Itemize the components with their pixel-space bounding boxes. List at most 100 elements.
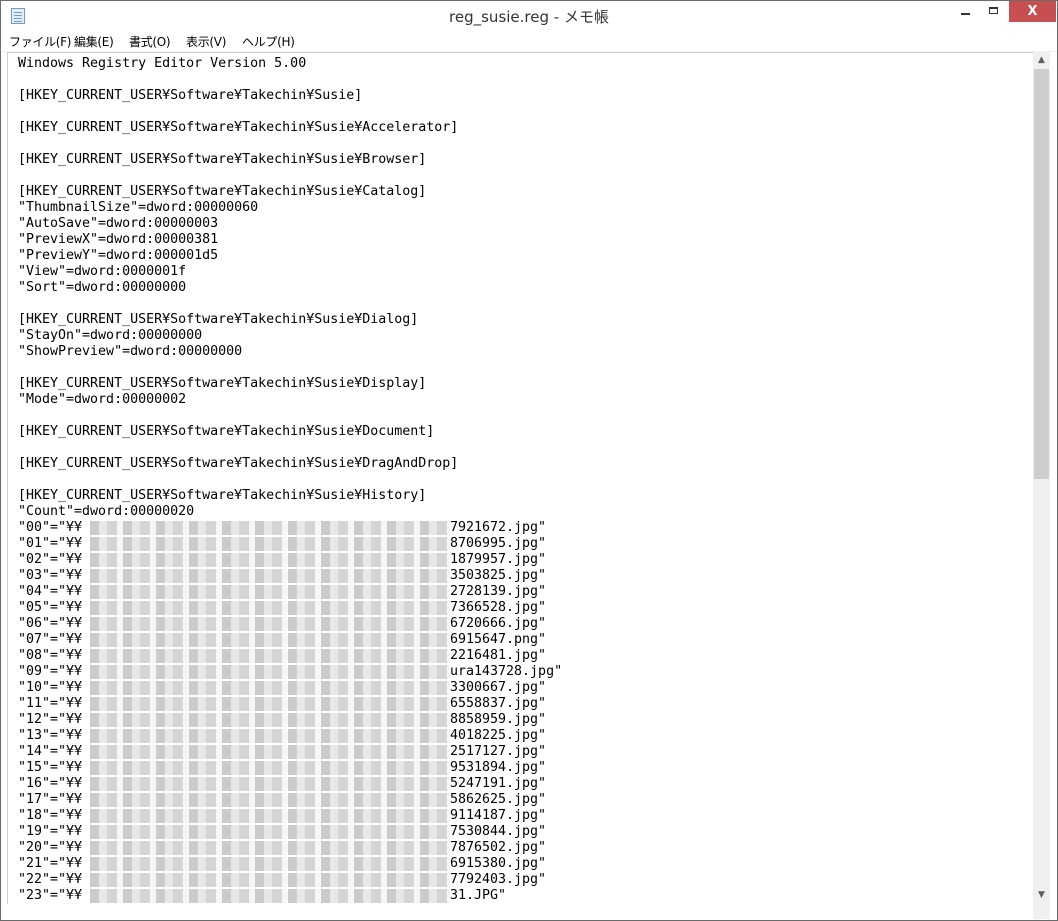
editor-line: [HKEY_CURRENT_USER¥Software¥Takechin¥Sus… <box>18 312 419 327</box>
close-button[interactable]: X <box>1009 1 1056 22</box>
minimize-button[interactable] <box>951 1 981 22</box>
notepad-window: reg_susie.reg - メモ帳 X ファイル(F) 編集(E) 書式(O… <box>0 0 1058 921</box>
editor-line: "PreviewY"=dword:000001d5 <box>18 248 219 263</box>
history-entry-filename: 31.JPG" <box>450 888 507 903</box>
editor-line: [HKEY_CURRENT_USER¥Software¥Takechin¥Sus… <box>18 376 427 391</box>
redacted-path <box>90 617 450 631</box>
history-entry-filename: 6915380.jpg" <box>450 856 547 871</box>
redacted-path <box>90 521 450 535</box>
redacted-path <box>90 585 450 599</box>
redacted-path <box>90 745 450 759</box>
resize-grip[interactable] <box>1033 904 1050 919</box>
history-entry-filename: 5247191.jpg" <box>450 776 547 791</box>
history-entry-filename: 5862625.jpg" <box>450 792 547 807</box>
history-entry-prefix: "17"="¥¥ <box>18 792 83 807</box>
editor-line: [HKEY_CURRENT_USER¥Software¥Takechin¥Sus… <box>18 152 427 167</box>
redacted-path <box>90 889 450 903</box>
maximize-button[interactable] <box>979 1 1009 22</box>
title-bar[interactable]: reg_susie.reg - メモ帳 X <box>1 1 1057 31</box>
redacted-path <box>90 649 450 663</box>
editor-line: "PreviewX"=dword:00000381 <box>18 232 219 247</box>
history-entry-filename: 6558837.jpg" <box>450 696 547 711</box>
history-entry-prefix: "03"="¥¥ <box>18 568 83 583</box>
history-entry-prefix: "07"="¥¥ <box>18 632 83 647</box>
menu-help[interactable]: ヘルプ(H) <box>242 33 295 50</box>
redacted-path <box>90 857 450 871</box>
history-entry-filename: 2517127.jpg" <box>450 744 547 759</box>
redacted-path <box>90 825 450 839</box>
redacted-path <box>90 761 450 775</box>
history-entry-filename: 1879957.jpg" <box>450 552 547 567</box>
history-entry-prefix: "13"="¥¥ <box>18 728 83 743</box>
history-entry-filename: 9114187.jpg" <box>450 808 547 823</box>
history-entry-filename: 6720666.jpg" <box>450 616 547 631</box>
redacted-path <box>90 665 450 679</box>
editor-line: [HKEY_CURRENT_USER¥Software¥Takechin¥Sus… <box>18 488 427 503</box>
redacted-path <box>90 793 450 807</box>
editor-line: [HKEY_CURRENT_USER¥Software¥Takechin¥Sus… <box>18 88 363 103</box>
close-icon: X <box>1027 4 1038 19</box>
redacted-path <box>90 569 450 583</box>
history-entry-prefix: "01"="¥¥ <box>18 536 83 551</box>
redacted-path <box>90 841 450 855</box>
redacted-path <box>90 553 450 567</box>
scrollbar-thumb[interactable] <box>1034 69 1049 479</box>
window-title: reg_susie.reg - メモ帳 <box>449 8 609 26</box>
history-entry-filename: 4018225.jpg" <box>450 728 547 743</box>
history-entry-filename: 7876502.jpg" <box>450 840 547 855</box>
history-entry-prefix: "20"="¥¥ <box>18 840 83 855</box>
scroll-up-icon[interactable]: ▲ <box>1033 52 1050 69</box>
editor-line: [HKEY_CURRENT_USER¥Software¥Takechin¥Sus… <box>18 424 435 439</box>
history-entry-prefix: "05"="¥¥ <box>18 600 83 615</box>
editor-line: [HKEY_CURRENT_USER¥Software¥Takechin¥Sus… <box>18 456 459 471</box>
history-entry-prefix: "00"="¥¥ <box>18 520 83 535</box>
history-entry-filename: 7792403.jpg" <box>450 872 547 887</box>
history-entry-prefix: "23"="¥¥ <box>18 888 83 903</box>
history-entry-prefix: "16"="¥¥ <box>18 776 83 791</box>
editor-line: Windows Registry Editor Version 5.00 <box>18 56 307 71</box>
editor-line: [HKEY_CURRENT_USER¥Software¥Takechin¥Sus… <box>18 120 459 135</box>
vertical-scrollbar[interactable]: ▲ ▼ <box>1033 52 1050 904</box>
redacted-path <box>90 681 450 695</box>
history-entry-prefix: "22"="¥¥ <box>18 872 83 887</box>
text-editor-area[interactable]: Windows Registry Editor Version 5.00 [HKE… <box>7 52 1033 905</box>
redacted-path <box>90 777 450 791</box>
redacted-path <box>90 697 450 711</box>
menu-format[interactable]: 書式(O) <box>129 33 171 50</box>
history-entry-filename: ura143728.jpg" <box>450 664 563 679</box>
redacted-path <box>90 713 450 727</box>
redacted-path <box>90 633 450 647</box>
history-entry-prefix: "18"="¥¥ <box>18 808 83 823</box>
redacted-path <box>90 809 450 823</box>
menu-edit[interactable]: 編集(E) <box>74 33 114 50</box>
scroll-down-icon[interactable]: ▼ <box>1033 887 1050 904</box>
menu-view[interactable]: 表示(V) <box>186 33 226 50</box>
editor-line: "ThumbnailSize"=dword:00000060 <box>18 200 259 215</box>
history-entry-prefix: "09"="¥¥ <box>18 664 83 679</box>
editor-line: "ShowPreview"=dword:00000000 <box>18 344 243 359</box>
redacted-path <box>90 729 450 743</box>
history-entry-prefix: "02"="¥¥ <box>18 552 83 567</box>
editor-bottom-edge <box>7 904 1033 919</box>
history-entry-prefix: "14"="¥¥ <box>18 744 83 759</box>
redacted-path <box>90 601 450 615</box>
history-entry-filename: 3503825.jpg" <box>450 568 547 583</box>
editor-line: "Mode"=dword:00000002 <box>18 392 187 407</box>
history-entry-prefix: "06"="¥¥ <box>18 616 83 631</box>
editor-line: "Sort"=dword:00000000 <box>18 280 187 295</box>
menu-file[interactable]: ファイル(F) <box>9 33 71 50</box>
history-entry-prefix: "12"="¥¥ <box>18 712 83 727</box>
history-entry-prefix: "04"="¥¥ <box>18 584 83 599</box>
history-entry-filename: 7921672.jpg" <box>450 520 547 535</box>
redacted-path <box>90 873 450 887</box>
menu-bar: ファイル(F) 編集(E) 書式(O) 表示(V) ヘルプ(H) <box>1 31 1057 52</box>
redacted-path <box>90 537 450 551</box>
history-entry-prefix: "21"="¥¥ <box>18 856 83 871</box>
history-entry-filename: 8706995.jpg" <box>450 536 547 551</box>
history-entry-prefix: "15"="¥¥ <box>18 760 83 775</box>
history-entry-filename: 2216481.jpg" <box>450 648 547 663</box>
history-entry-filename: 7530844.jpg" <box>450 824 547 839</box>
editor-line: [HKEY_CURRENT_USER¥Software¥Takechin¥Sus… <box>18 184 427 199</box>
history-entry-filename: 9531894.jpg" <box>450 760 547 775</box>
history-entry-filename: 3300667.jpg" <box>450 680 547 695</box>
